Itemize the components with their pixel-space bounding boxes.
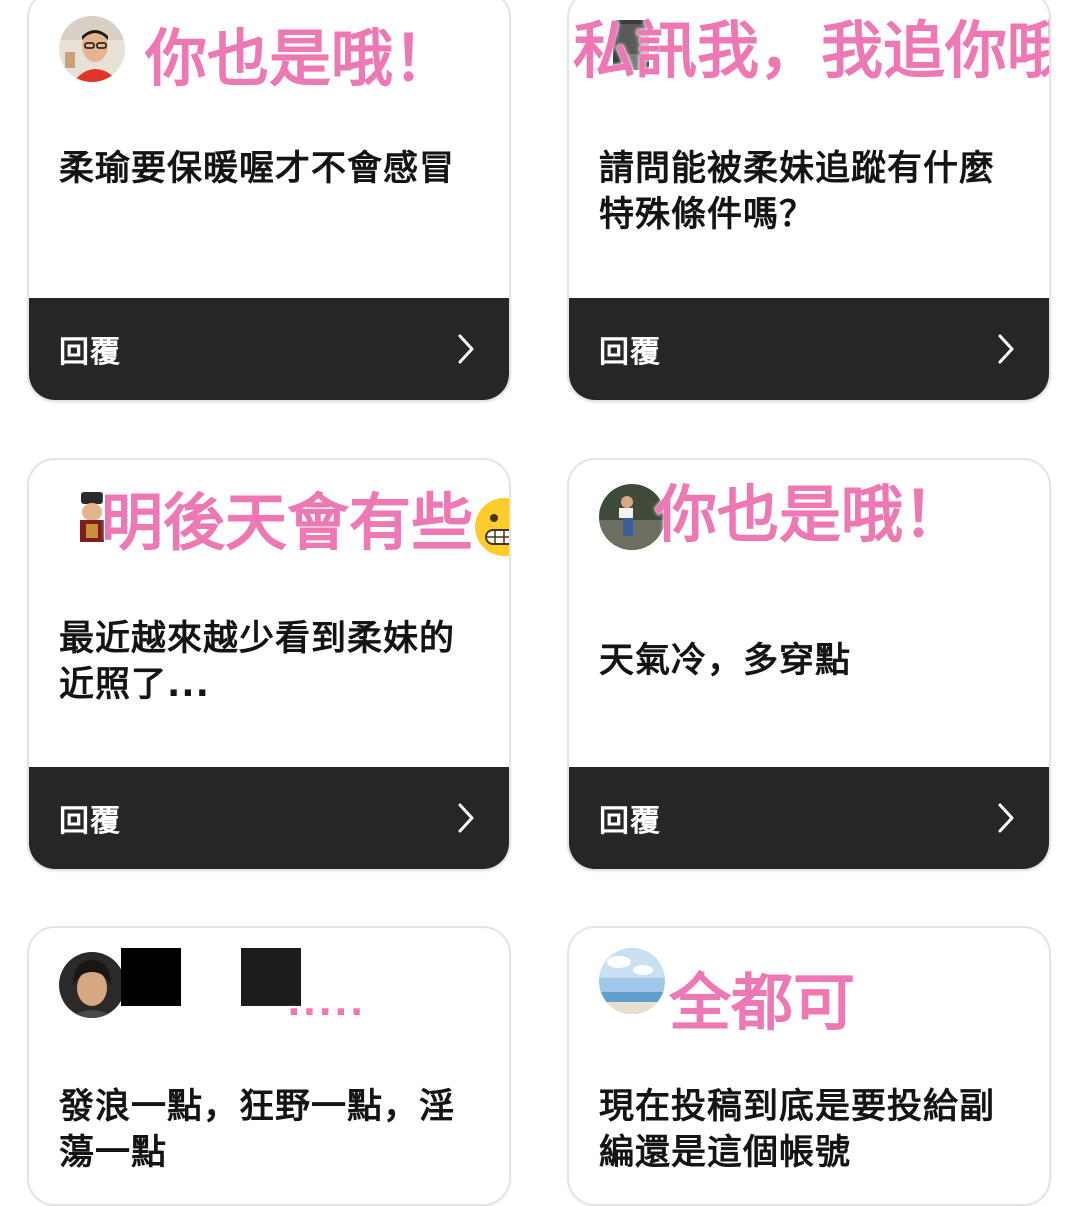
question-card: 你也是哦！ 天氣冷，多穿點 回覆	[567, 458, 1051, 871]
overlay-text: 你也是哦！	[655, 478, 966, 551]
redaction-box	[121, 948, 181, 1006]
avatar	[599, 948, 665, 1014]
reply-label: 回覆	[599, 335, 661, 370]
question-text: 請問能被柔妹追蹤有什麼特殊條件嗎？	[599, 149, 996, 235]
question-text: 天氣冷，多穿點	[599, 641, 852, 681]
chevron-right-icon	[458, 334, 474, 364]
grimacing-face-emoji-icon	[475, 497, 509, 556]
chevron-right-icon	[998, 803, 1014, 833]
reply-button[interactable]: 回覆	[569, 767, 1049, 869]
chevron-right-icon	[458, 803, 474, 833]
question-card: 私訊我，我追你哦 請問能被柔妹追蹤有什麼特殊條件嗎？ 回覆	[567, 0, 1051, 402]
overlay-text: 明後天會有些	[101, 492, 509, 558]
reply-label: 回覆	[599, 804, 661, 839]
overlay-text: .....	[287, 983, 366, 1024]
question-text: 柔瑜要保暖喔才不會感冒	[59, 149, 456, 189]
question-card: ..... 發浪一點，狂野一點，淫蕩一點	[27, 926, 511, 1206]
reply-button[interactable]: 回覆	[29, 767, 509, 869]
reply-button[interactable]: 回覆	[29, 298, 509, 400]
question-card: 全都可 現在投稿到底是要投給副編還是這個帳號	[567, 926, 1051, 1206]
question-card: 明後天會有些 最近越來越少看到柔妹的近照了... 回覆	[27, 458, 511, 871]
question-card: 你也是哦！ 柔瑜要保暖喔才不會感冒 回覆	[27, 0, 511, 402]
question-text: 最近越來越少看到柔妹的近照了...	[59, 619, 456, 705]
overlay-text: 全都可	[669, 966, 856, 1039]
question-text: 發浪一點，狂野一點，淫蕩一點	[59, 1087, 456, 1173]
reply-label: 回覆	[59, 335, 121, 370]
reply-label: 回覆	[59, 804, 121, 839]
overlay-text: 你也是哦！	[145, 22, 456, 95]
question-text: 現在投稿到底是要投給副編還是這個帳號	[599, 1087, 996, 1173]
chevron-right-icon	[998, 334, 1014, 364]
avatar	[59, 16, 125, 82]
avatar	[59, 952, 125, 1018]
overlay-text: 私訊我，我追你哦	[573, 14, 1051, 87]
overlay-text-label: 明後天會有些	[101, 486, 474, 559]
reply-button[interactable]: 回覆	[569, 298, 1049, 400]
